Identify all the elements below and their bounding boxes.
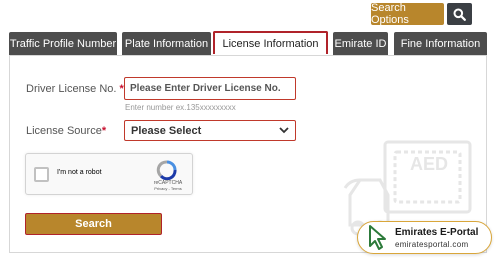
license-no-input[interactable] xyxy=(124,77,296,100)
search-button[interactable]: Search xyxy=(25,213,162,235)
tab-fine-information[interactable]: Fine Information xyxy=(394,32,487,55)
recaptcha-terms[interactable]: Privacy - Terms xyxy=(148,186,188,191)
license-no-hint: Enter number ex.135xxxxxxxxx xyxy=(125,103,236,112)
tab-license-information[interactable]: License Information xyxy=(213,31,328,54)
license-no-label-text: Driver License No. xyxy=(26,83,117,95)
chevron-down-icon xyxy=(279,127,289,134)
tab-emirate-id[interactable]: Emirate ID xyxy=(333,32,388,55)
emirates-eportal-badge: Emirates E-Portal emiratesportal.com xyxy=(357,221,492,254)
recaptcha-label: I'm not a robot xyxy=(57,169,102,176)
recaptcha-widget: I'm not a robot reCAPTCHA Privacy - Term… xyxy=(25,153,193,195)
tab-bar: Traffic Profile Number Plate Information… xyxy=(9,31,489,56)
cursor-icon xyxy=(369,225,386,250)
search-icon[interactable] xyxy=(447,3,472,25)
recaptcha-checkbox[interactable] xyxy=(34,167,49,182)
recaptcha-logo-icon xyxy=(156,160,177,180)
search-options-button[interactable]: Search Options xyxy=(371,2,444,26)
license-source-label-text: License Source xyxy=(26,125,102,137)
search-options: Search Options xyxy=(371,2,472,26)
tab-traffic-profile-number[interactable]: Traffic Profile Number xyxy=(9,32,117,55)
illustration-aed-text: AED xyxy=(410,154,448,174)
badge-url: emiratesportal.com xyxy=(395,240,469,249)
tab-plate-information[interactable]: Plate Information xyxy=(122,32,211,55)
license-source-label: License Source* xyxy=(26,125,106,137)
badge-title: Emirates E-Portal xyxy=(395,227,479,238)
license-source-select[interactable]: Please Select xyxy=(124,120,296,141)
license-source-selected: Please Select xyxy=(131,124,202,137)
required-mark: * xyxy=(101,125,107,137)
license-no-label: Driver License No. * xyxy=(26,83,124,95)
